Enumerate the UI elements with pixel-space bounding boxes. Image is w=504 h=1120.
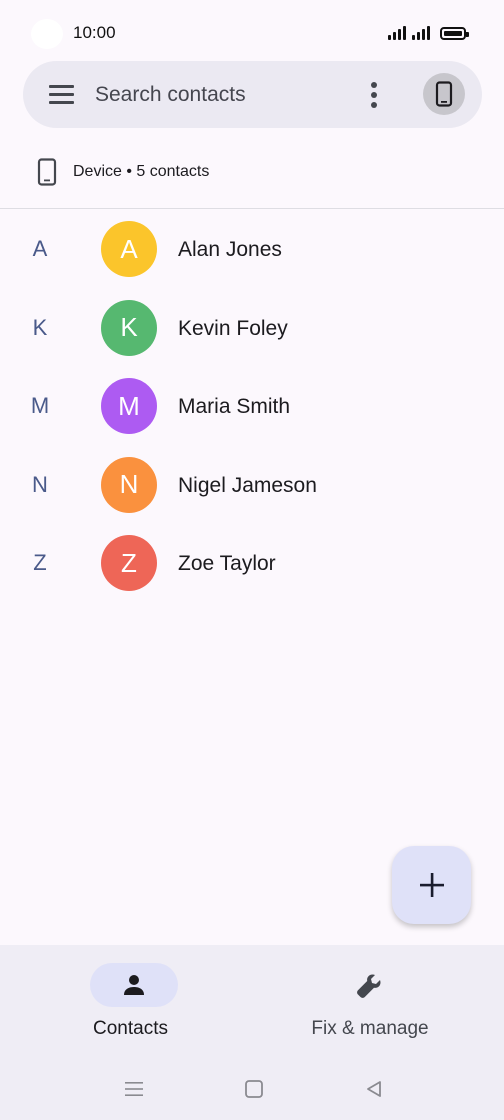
add-contact-button[interactable] — [392, 846, 471, 924]
section-letter: N — [32, 471, 48, 497]
avatar: K — [101, 299, 157, 356]
plus-icon — [419, 873, 444, 897]
system-nav-bar — [0, 1053, 504, 1120]
contact-name: Alan Jones — [178, 238, 282, 261]
square-icon — [245, 1080, 263, 1098]
recents-button[interactable] — [122, 1077, 146, 1101]
contact-source-row[interactable]: Device • 5 contacts — [0, 145, 504, 201]
contact-name: Zoe Taylor — [178, 552, 276, 575]
contact-list: A A Alan Jones K K Kevin Foley M M Maria… — [0, 211, 504, 604]
section-letter: A — [32, 236, 48, 261]
tab-fix-manage[interactable]: Fix & manage — [252, 945, 504, 1053]
contact-name: Nigel Jameson — [178, 473, 317, 497]
battery-icon — [440, 27, 469, 40]
contact-row-nigel-jameson[interactable]: N N Nigel Jameson — [0, 447, 504, 526]
tab-fix-manage-label: Fix & manage — [311, 1018, 429, 1039]
divider — [0, 208, 504, 209]
phone-icon — [37, 158, 57, 186]
section-letter: Z — [33, 550, 47, 575]
person-icon — [124, 975, 144, 995]
status-icons — [388, 24, 469, 40]
status-bar: 10:00 — [0, 0, 504, 64]
contact-row-alan-jones[interactable]: A A Alan Jones — [0, 211, 504, 290]
tab-contacts-label: Contacts — [93, 1018, 168, 1039]
hamburger-lines-icon — [125, 1082, 143, 1096]
avatar: Z — [101, 535, 157, 591]
contact-row-zoe-taylor[interactable]: Z Z Zoe Taylor — [0, 525, 504, 604]
signal-icon — [412, 24, 430, 40]
contact-row-kevin-foley[interactable]: K K Kevin Foley — [0, 290, 504, 369]
signal-icon — [388, 24, 406, 40]
home-button[interactable] — [242, 1077, 266, 1101]
avatar: M — [101, 378, 157, 434]
bottom-nav: Contacts Fix & manage — [0, 945, 504, 1053]
contact-row-maria-smith[interactable]: M M Maria Smith — [0, 368, 504, 447]
camera-cutout — [31, 19, 63, 49]
search-input[interactable]: Search contacts — [95, 83, 246, 107]
phone-icon — [435, 81, 453, 107]
source-label: Device • 5 contacts — [73, 163, 210, 180]
avatar: N — [101, 456, 157, 513]
search-bar[interactable]: Search contacts — [23, 61, 482, 128]
wrench-icon — [354, 971, 384, 1001]
avatar: A — [101, 221, 157, 277]
more-vert-icon[interactable] — [362, 81, 386, 109]
menu-icon[interactable] — [48, 83, 76, 105]
status-time: 10:00 — [73, 23, 116, 42]
contact-name: Kevin Foley — [178, 316, 288, 340]
account-button[interactable] — [423, 73, 465, 115]
tab-contacts[interactable]: Contacts — [0, 945, 252, 1053]
triangle-back-icon — [367, 1081, 381, 1097]
section-letter: M — [30, 393, 50, 418]
contact-name: Maria Smith — [178, 395, 291, 418]
section-letter: K — [32, 314, 48, 340]
tab-active-indicator — [90, 963, 178, 1007]
back-button[interactable] — [362, 1077, 386, 1101]
